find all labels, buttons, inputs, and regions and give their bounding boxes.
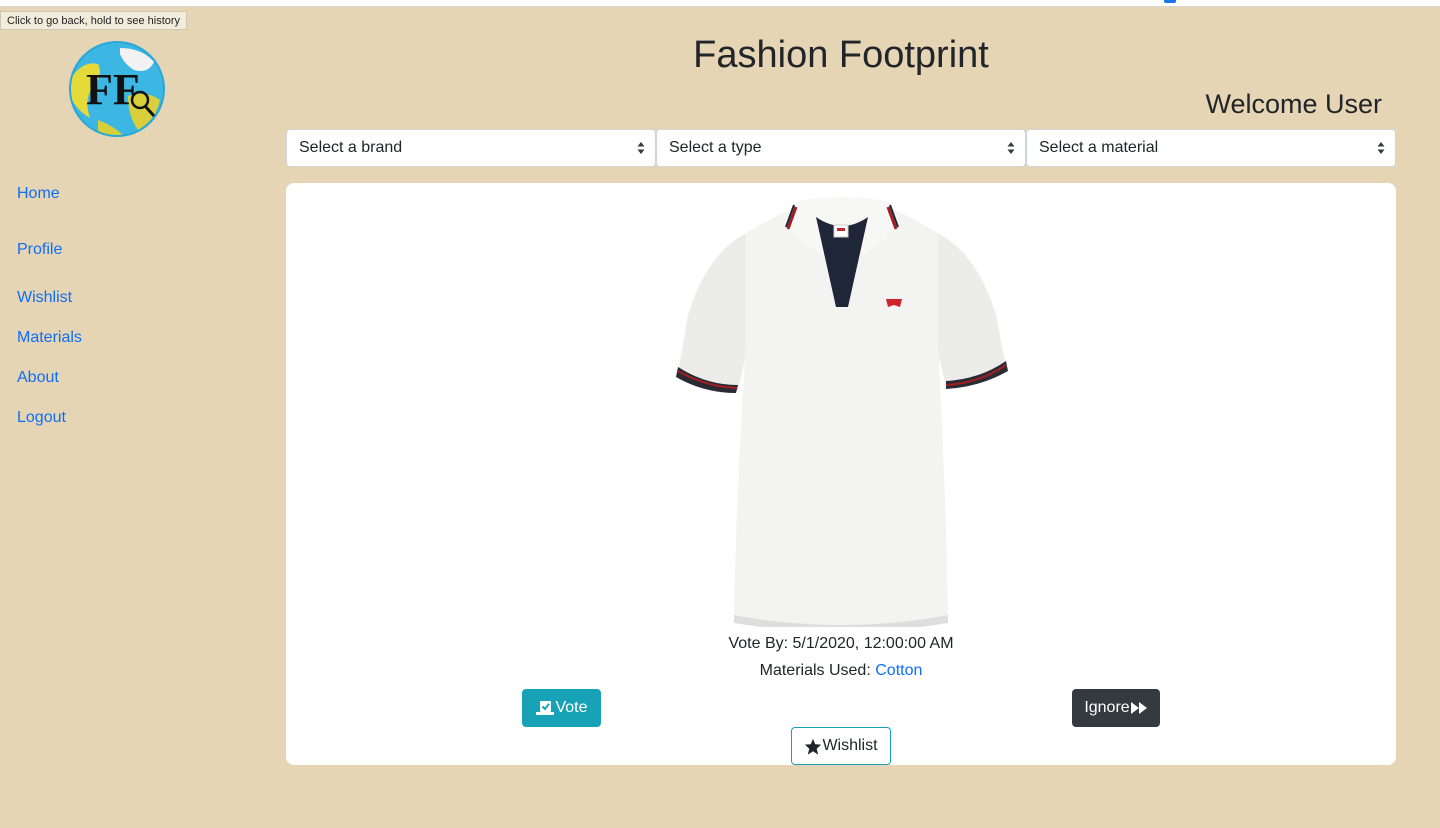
materials-line: Materials Used: Cotton xyxy=(286,662,1396,680)
vote-by-value: 5/1/2020, 12:00:00 AM xyxy=(792,635,954,652)
vote-by-line: Vote By: 5/1/2020, 12:00:00 AM xyxy=(286,635,1396,653)
material-select[interactable]: Select a material xyxy=(1026,129,1396,167)
star-icon xyxy=(805,738,822,755)
vote-button-label: Vote xyxy=(555,699,588,716)
select-arrows-icon xyxy=(637,142,645,154)
type-select-value: Select a type xyxy=(669,139,762,156)
ignore-button[interactable]: Ignore xyxy=(1072,689,1160,727)
select-arrows-icon xyxy=(1007,142,1015,154)
type-select[interactable]: Select a type xyxy=(656,129,1026,167)
sidebar-item-materials[interactable]: Materials xyxy=(17,329,82,347)
svg-text:FF: FF xyxy=(86,65,140,114)
browser-top-strip xyxy=(0,0,1440,7)
sidebar-item-home[interactable]: Home xyxy=(17,185,60,203)
sidebar-item-logout[interactable]: Logout xyxy=(17,409,66,427)
browser-indicator xyxy=(1164,0,1176,3)
ignore-button-label: Ignore xyxy=(1084,699,1130,716)
wishlist-button[interactable]: Wishlist xyxy=(791,727,891,765)
select-arrows-icon xyxy=(1377,142,1385,154)
vote-button[interactable]: Vote xyxy=(522,689,601,727)
product-card: Vote By: 5/1/2020, 12:00:00 AM Materials… xyxy=(286,183,1396,765)
materials-label: Materials Used: xyxy=(759,662,871,679)
material-link-cotton[interactable]: Cotton xyxy=(875,662,922,679)
sidebar-item-about[interactable]: About xyxy=(17,369,59,387)
sidebar-item-wishlist[interactable]: Wishlist xyxy=(17,289,72,307)
vote-by-label: Vote By: xyxy=(728,635,789,652)
fast-forward-icon xyxy=(1130,702,1147,714)
wishlist-button-label: Wishlist xyxy=(822,737,878,754)
ballot-check-icon xyxy=(536,701,555,715)
brand-select-value: Select a brand xyxy=(299,139,403,156)
page-title: Fashion Footprint xyxy=(693,34,989,76)
product-image xyxy=(676,197,1008,627)
brand-select[interactable]: Select a brand xyxy=(286,129,656,167)
back-button-tooltip: Click to go back, hold to see history xyxy=(0,11,188,30)
welcome-message: Welcome User xyxy=(1205,89,1382,119)
sidebar-item-profile[interactable]: Profile xyxy=(17,241,62,259)
globe-logo-icon[interactable]: FF xyxy=(68,40,166,138)
material-select-value: Select a material xyxy=(1039,139,1159,156)
